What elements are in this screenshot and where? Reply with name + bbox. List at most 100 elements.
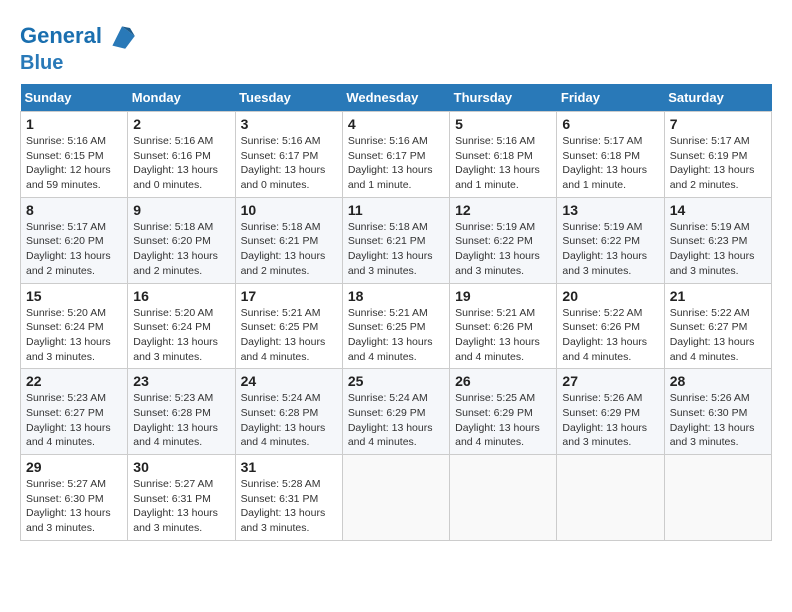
day-number: 12 <box>455 202 551 218</box>
day-number: 28 <box>670 373 766 389</box>
day-number: 5 <box>455 116 551 132</box>
calendar-cell: 30Sunrise: 5:27 AMSunset: 6:31 PMDayligh… <box>128 455 235 541</box>
header-day-friday: Friday <box>557 84 664 112</box>
calendar-cell: 17 Sunrise: 5:21 AMSunset: 6:25 PMDayligh… <box>235 283 342 369</box>
page-header: General Blue <box>20 20 772 74</box>
day-info: Sunrise: 5:21 AMSunset: 6:25 PMDaylight:… <box>348 306 444 365</box>
day-number: 21 <box>670 288 766 304</box>
day-number: 20 <box>562 288 658 304</box>
day-info: Sunrise: 5:18 AMSunset: 6:21 PMDaylight:… <box>241 220 337 279</box>
day-info: Sunrise: 5:19 AMSunset: 6:22 PMDaylight:… <box>455 220 551 279</box>
header-day-wednesday: Wednesday <box>342 84 449 112</box>
day-info: Sunrise: 5:17 AMSunset: 6:19 PMDaylight:… <box>670 134 766 193</box>
calendar-cell: 25 Sunrise: 5:24 AMSunset: 6:29 PMDayligh… <box>342 369 449 455</box>
week-row-5: 29 Sunrise: 5:27 AMSunset: 6:30 PMDayligh… <box>21 455 772 541</box>
day-number: 27 <box>562 373 658 389</box>
calendar-cell: 21 Sunrise: 5:22 AMSunset: 6:27 PMDayligh… <box>664 283 771 369</box>
day-info: Sunrise: 5:23 AMSunset: 6:27 PMDaylight:… <box>26 391 122 450</box>
day-info: Sunrise: 5:21 AMSunset: 6:26 PMDaylight:… <box>455 306 551 365</box>
week-row-1: 1 Sunrise: 5:16 AMSunset: 6:15 PMDaylight… <box>21 112 772 198</box>
logo-icon <box>106 20 138 52</box>
day-info: Sunrise: 5:28 AMSunset: 6:31 PMDaylight:… <box>241 477 337 536</box>
week-row-2: 8 Sunrise: 5:17 AMSunset: 6:20 PMDaylight… <box>21 197 772 283</box>
day-info: Sunrise: 5:16 AMSunset: 6:15 PMDaylight:… <box>26 134 122 193</box>
day-info: Sunrise: 5:24 AMSunset: 6:28 PMDaylight:… <box>241 391 337 450</box>
calendar-cell: 24Sunrise: 5:24 AMSunset: 6:28 PMDayligh… <box>235 369 342 455</box>
day-number: 4 <box>348 116 444 132</box>
header-row: SundayMondayTuesdayWednesdayThursdayFrid… <box>21 84 772 112</box>
day-number: 17 <box>241 288 337 304</box>
logo-text: General <box>20 24 102 48</box>
calendar-cell: 10 Sunrise: 5:18 AMSunset: 6:21 PMDayligh… <box>235 197 342 283</box>
day-info: Sunrise: 5:16 AMSunset: 6:18 PMDaylight:… <box>455 134 551 193</box>
week-row-4: 22 Sunrise: 5:23 AMSunset: 6:27 PMDayligh… <box>21 369 772 455</box>
day-info: Sunrise: 5:16 AMSunset: 6:17 PMDaylight:… <box>241 134 337 193</box>
day-info: Sunrise: 5:22 AMSunset: 6:27 PMDaylight:… <box>670 306 766 365</box>
day-number: 9 <box>133 202 229 218</box>
calendar-cell: 13Sunrise: 5:19 AMSunset: 6:22 PMDayligh… <box>557 197 664 283</box>
calendar-table: SundayMondayTuesdayWednesdayThursdayFrid… <box>20 84 772 541</box>
day-number: 26 <box>455 373 551 389</box>
calendar-cell: 31 Sunrise: 5:28 AMSunset: 6:31 PMDayligh… <box>235 455 342 541</box>
calendar-cell: 7Sunrise: 5:17 AMSunset: 6:19 PMDaylight… <box>664 112 771 198</box>
day-info: Sunrise: 5:23 AMSunset: 6:28 PMDaylight:… <box>133 391 229 450</box>
calendar-cell: 12 Sunrise: 5:19 AMSunset: 6:22 PMDayligh… <box>450 197 557 283</box>
calendar-cell: 5 Sunrise: 5:16 AMSunset: 6:18 PMDaylight… <box>450 112 557 198</box>
day-number: 19 <box>455 288 551 304</box>
day-info: Sunrise: 5:18 AMSunset: 6:21 PMDaylight:… <box>348 220 444 279</box>
calendar-cell: 26 Sunrise: 5:25 AMSunset: 6:29 PMDayligh… <box>450 369 557 455</box>
day-info: Sunrise: 5:25 AMSunset: 6:29 PMDaylight:… <box>455 391 551 450</box>
calendar-cell: 20 Sunrise: 5:22 AMSunset: 6:26 PMDayligh… <box>557 283 664 369</box>
calendar-cell: 18 Sunrise: 5:21 AMSunset: 6:25 PMDayligh… <box>342 283 449 369</box>
calendar-cell: 23Sunrise: 5:23 AMSunset: 6:28 PMDayligh… <box>128 369 235 455</box>
day-number: 18 <box>348 288 444 304</box>
day-info: Sunrise: 5:16 AMSunset: 6:17 PMDaylight:… <box>348 134 444 193</box>
day-number: 16 <box>133 288 229 304</box>
day-info: Sunrise: 5:21 AMSunset: 6:25 PMDaylight:… <box>241 306 337 365</box>
calendar-cell: 4 Sunrise: 5:16 AMSunset: 6:17 PMDaylight… <box>342 112 449 198</box>
header-day-tuesday: Tuesday <box>235 84 342 112</box>
day-info: Sunrise: 5:24 AMSunset: 6:29 PMDaylight:… <box>348 391 444 450</box>
calendar-cell: 29 Sunrise: 5:27 AMSunset: 6:30 PMDayligh… <box>21 455 128 541</box>
day-info: Sunrise: 5:17 AMSunset: 6:18 PMDaylight:… <box>562 134 658 193</box>
day-info: Sunrise: 5:18 AMSunset: 6:20 PMDaylight:… <box>133 220 229 279</box>
logo: General Blue <box>20 20 138 74</box>
day-info: Sunrise: 5:20 AMSunset: 6:24 PMDaylight:… <box>133 306 229 365</box>
calendar-cell: 19 Sunrise: 5:21 AMSunset: 6:26 PMDayligh… <box>450 283 557 369</box>
calendar-cell <box>342 455 449 541</box>
day-number: 22 <box>26 373 122 389</box>
calendar-cell: 3 Sunrise: 5:16 AMSunset: 6:17 PMDaylight… <box>235 112 342 198</box>
week-row-3: 15 Sunrise: 5:20 AMSunset: 6:24 PMDayligh… <box>21 283 772 369</box>
day-info: Sunrise: 5:19 AMSunset: 6:22 PMDaylight:… <box>562 220 658 279</box>
day-number: 14 <box>670 202 766 218</box>
calendar-cell: 27Sunrise: 5:26 AMSunset: 6:29 PMDayligh… <box>557 369 664 455</box>
calendar-cell: 8 Sunrise: 5:17 AMSunset: 6:20 PMDaylight… <box>21 197 128 283</box>
day-number: 2 <box>133 116 229 132</box>
day-number: 1 <box>26 116 122 132</box>
day-number: 8 <box>26 202 122 218</box>
day-number: 11 <box>348 202 444 218</box>
header-day-saturday: Saturday <box>664 84 771 112</box>
calendar-cell: 11 Sunrise: 5:18 AMSunset: 6:21 PMDayligh… <box>342 197 449 283</box>
day-info: Sunrise: 5:27 AMSunset: 6:30 PMDaylight:… <box>26 477 122 536</box>
day-info: Sunrise: 5:22 AMSunset: 6:26 PMDaylight:… <box>562 306 658 365</box>
logo-blue-text: Blue <box>20 52 138 74</box>
day-number: 25 <box>348 373 444 389</box>
calendar-cell: 22 Sunrise: 5:23 AMSunset: 6:27 PMDayligh… <box>21 369 128 455</box>
day-number: 31 <box>241 459 337 475</box>
day-number: 15 <box>26 288 122 304</box>
calendar-cell: 1 Sunrise: 5:16 AMSunset: 6:15 PMDaylight… <box>21 112 128 198</box>
calendar-cell: 16 Sunrise: 5:20 AMSunset: 6:24 PMDayligh… <box>128 283 235 369</box>
calendar-cell: 28 Sunrise: 5:26 AMSunset: 6:30 PMDayligh… <box>664 369 771 455</box>
day-number: 29 <box>26 459 122 475</box>
day-number: 10 <box>241 202 337 218</box>
header-day-monday: Monday <box>128 84 235 112</box>
day-number: 30 <box>133 459 229 475</box>
calendar-cell: 14Sunrise: 5:19 AMSunset: 6:23 PMDayligh… <box>664 197 771 283</box>
day-number: 6 <box>562 116 658 132</box>
calendar-cell <box>450 455 557 541</box>
day-info: Sunrise: 5:26 AMSunset: 6:30 PMDaylight:… <box>670 391 766 450</box>
header-day-sunday: Sunday <box>21 84 128 112</box>
day-info: Sunrise: 5:17 AMSunset: 6:20 PMDaylight:… <box>26 220 122 279</box>
day-number: 3 <box>241 116 337 132</box>
